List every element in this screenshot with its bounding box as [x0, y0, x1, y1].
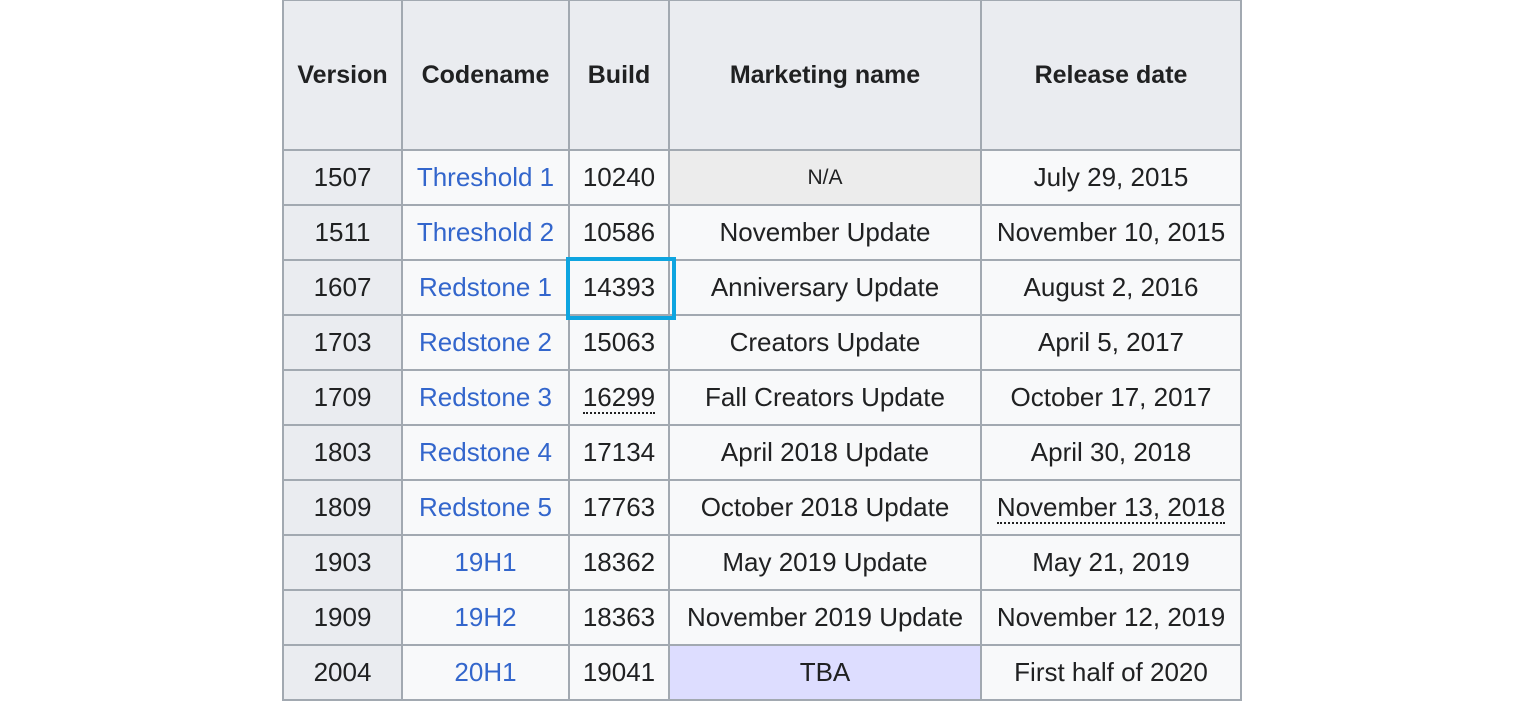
release-date-cell: November 12, 2019 — [980, 589, 1242, 646]
version-cell: 1511 — [282, 204, 403, 261]
build-cell: 17134 — [568, 424, 670, 481]
codename-cell: Threshold 1 — [401, 149, 570, 206]
table-row: 1903 19H1 18362 May 2019 Update May 21, … — [282, 534, 1242, 591]
release-date-cell: April 30, 2018 — [980, 424, 1242, 481]
build-cell: 10240 — [568, 149, 670, 206]
table-row: 1607 Redstone 1 14393 Anniversary Update… — [282, 257, 1242, 320]
codename-cell: 19H2 — [401, 589, 570, 646]
marketing-name-cell: TBA — [668, 644, 982, 701]
build-cell: 18363 — [568, 589, 670, 646]
release-date-cell: October 17, 2017 — [980, 369, 1242, 426]
table-row: 1709 Redstone 3 16299 Fall Creators Upda… — [282, 369, 1242, 426]
windows-10-versions-table: Version Codename Build Marketing name Re… — [282, 0, 1242, 701]
build-cell: 15063 — [568, 314, 670, 371]
release-date-cell: November 13, 2018 — [980, 479, 1242, 536]
version-cell: 2004 — [282, 644, 403, 701]
release-date-cell: May 21, 2019 — [980, 534, 1242, 591]
table-row: 1803 Redstone 4 17134 April 2018 Update … — [282, 424, 1242, 481]
table-row: 1507 Threshold 1 10240 N/A July 29, 2015 — [282, 149, 1242, 206]
codename-link[interactable]: Threshold 1 — [417, 162, 554, 192]
version-cell: 1607 — [282, 259, 403, 316]
codename-link[interactable]: Redstone 4 — [419, 437, 552, 467]
codename-cell: Redstone 4 — [401, 424, 570, 481]
table-row: 1703 Redstone 2 15063 Creators Update Ap… — [282, 314, 1242, 371]
codename-cell: Redstone 3 — [401, 369, 570, 426]
table-row: 2004 20H1 19041 TBA First half of 2020 — [282, 644, 1242, 701]
build-cell-highlighted[interactable]: 14393 — [566, 257, 676, 320]
header-build[interactable]: Build — [568, 0, 670, 151]
release-date-cell: November 10, 2015 — [980, 204, 1242, 261]
marketing-name-cell: Creators Update — [668, 314, 982, 371]
codename-cell: 19H1 — [401, 534, 570, 591]
codename-cell: 20H1 — [401, 644, 570, 701]
marketing-name-cell: October 2018 Update — [668, 479, 982, 536]
marketing-name-cell: Anniversary Update — [668, 259, 982, 316]
table-row: 1511 Threshold 2 10586 November Update N… — [282, 204, 1242, 261]
build-cell: 10586 — [568, 204, 670, 261]
build-value: 14393 — [582, 272, 656, 302]
codename-link[interactable]: 19H2 — [454, 602, 516, 632]
version-cell: 1703 — [282, 314, 403, 371]
codename-link[interactable]: Redstone 2 — [419, 327, 552, 357]
version-cell: 1809 — [282, 479, 403, 536]
codename-cell: Redstone 5 — [401, 479, 570, 536]
release-date-cell: First half of 2020 — [980, 644, 1242, 701]
header-release-date[interactable]: Release date — [980, 0, 1242, 151]
codename-link[interactable]: Redstone 3 — [419, 382, 552, 412]
build-cell: 18362 — [568, 534, 670, 591]
release-date-cell: July 29, 2015 — [980, 149, 1242, 206]
codename-link[interactable]: 20H1 — [454, 657, 516, 687]
release-date-cell: August 2, 2016 — [980, 259, 1242, 316]
header-codename[interactable]: Codename — [401, 0, 570, 151]
table-header-row: Version Codename Build Marketing name Re… — [282, 0, 1242, 151]
marketing-name-cell: April 2018 Update — [668, 424, 982, 481]
codename-link[interactable]: Redstone 5 — [419, 492, 552, 522]
version-cell: 1507 — [282, 149, 403, 206]
marketing-name-cell: November Update — [668, 204, 982, 261]
version-cell: 1709 — [282, 369, 403, 426]
release-date-abbr[interactable]: November 13, 2018 — [996, 492, 1226, 524]
marketing-name-cell: Fall Creators Update — [668, 369, 982, 426]
codename-cell: Redstone 2 — [401, 314, 570, 371]
codename-cell: Threshold 2 — [401, 204, 570, 261]
marketing-name-cell: May 2019 Update — [668, 534, 982, 591]
codename-link[interactable]: Threshold 2 — [417, 217, 554, 247]
codename-link[interactable]: Redstone 1 — [419, 272, 552, 302]
codename-link[interactable]: 19H1 — [454, 547, 516, 577]
marketing-name-cell: November 2019 Update — [668, 589, 982, 646]
build-cell: 16299 — [568, 369, 670, 426]
build-cell: 19041 — [568, 644, 670, 701]
version-cell: 1909 — [282, 589, 403, 646]
version-cell: 1803 — [282, 424, 403, 481]
codename-cell: Redstone 1 — [401, 259, 570, 316]
release-date-cell: April 5, 2017 — [980, 314, 1242, 371]
marketing-name-cell: N/A — [668, 149, 982, 206]
build-cell: 17763 — [568, 479, 670, 536]
header-version[interactable]: Version — [282, 0, 403, 151]
version-cell: 1903 — [282, 534, 403, 591]
header-marketing-name[interactable]: Marketing name — [668, 0, 982, 151]
table-row: 1809 Redstone 5 17763 October 2018 Updat… — [282, 479, 1242, 536]
table-row: 1909 19H2 18363 November 2019 Update Nov… — [282, 589, 1242, 646]
build-abbr[interactable]: 16299 — [582, 382, 656, 414]
